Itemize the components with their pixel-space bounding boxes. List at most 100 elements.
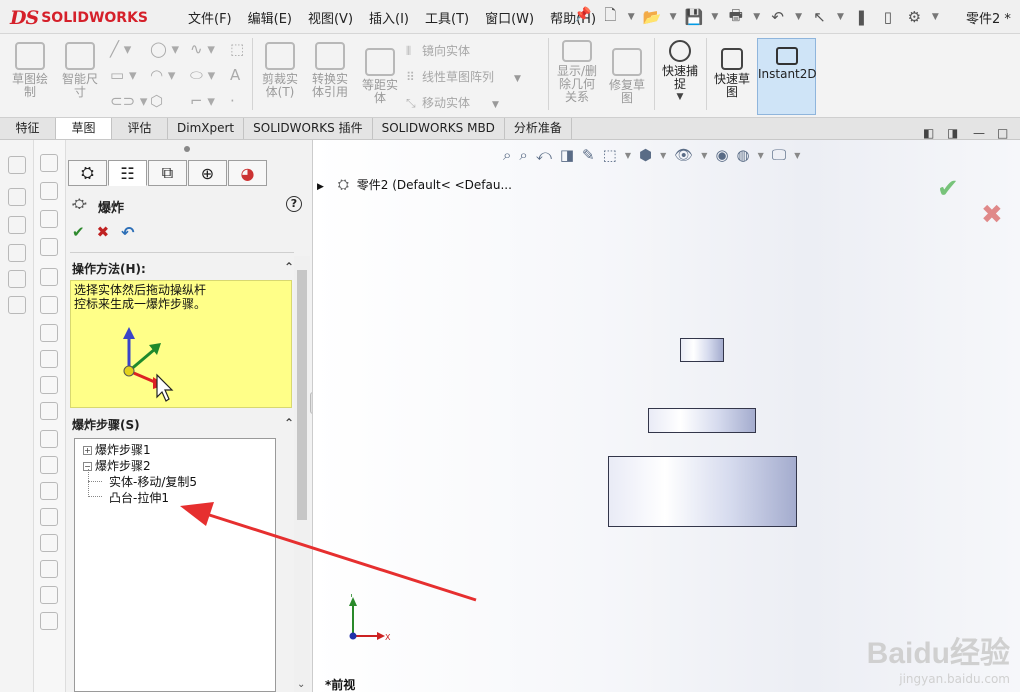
minimize-icon[interactable]: — [973, 126, 985, 140]
tile-icon[interactable]: ◨ [947, 126, 958, 140]
dropdown-icon[interactable]: ▼ [701, 151, 707, 160]
strip-tool-icon[interactable] [40, 182, 58, 200]
rectangle-icon[interactable]: ▭ ▾ [110, 66, 136, 84]
strip-tool-icon[interactable] [40, 560, 58, 578]
print-dropdown-icon[interactable]: ▼ [752, 12, 761, 22]
tree-item-step2[interactable]: − 爆炸步骤2 [83, 457, 151, 474]
select-icon[interactable]: ↖ [809, 8, 830, 26]
strip-tool-icon[interactable] [40, 268, 58, 286]
exploded-body-top[interactable] [680, 338, 724, 362]
strip-tool-icon[interactable] [40, 534, 58, 552]
scrollbar-thumb[interactable] [297, 270, 307, 520]
select-dropdown-icon[interactable]: ▼ [836, 12, 845, 22]
edit-appearance-icon[interactable]: ◉ [715, 146, 728, 164]
linear-pattern-button[interactable]: ⠿ 线性草图阵列 ▼ [406, 68, 521, 85]
dropdown-icon[interactable]: ▼ [625, 151, 631, 160]
display-style-icon[interactable]: ⬢ [639, 146, 652, 164]
menu-edit[interactable]: 编辑(E) [240, 8, 300, 27]
convert-entities-button[interactable]: 转换实 体引用 [304, 40, 356, 99]
strip-tool-icon[interactable] [40, 376, 58, 394]
tab-evaluate[interactable]: 评估 [112, 118, 168, 139]
save-dropdown-icon[interactable]: ▼ [710, 12, 719, 22]
help-icon[interactable]: ? [286, 196, 302, 212]
mirror-entities-button[interactable]: ⫴ 镜向实体 [406, 42, 470, 59]
tab-analysis-prep[interactable]: 分析准备 [505, 118, 572, 139]
trim-entities-button[interactable]: 剪裁实 体(T) [254, 40, 306, 99]
restore-icon[interactable]: ◧ [923, 126, 934, 140]
confirmation-cancel-icon[interactable]: ✖ [981, 200, 1003, 230]
chevron-up-icon[interactable]: ⌃ [284, 416, 294, 430]
options-dropdown-icon[interactable]: ▼ [931, 12, 940, 22]
strip-tool-icon[interactable] [40, 324, 58, 342]
open-dropdown-icon[interactable]: ▼ [668, 12, 677, 22]
circle-icon[interactable]: ◯ ▾ [150, 40, 179, 58]
display-manager-tab-icon[interactable]: ◕ [228, 160, 267, 186]
pin-icon[interactable]: 📌 [574, 7, 591, 23]
dropdown-icon[interactable]: ▼ [758, 151, 764, 160]
print-icon[interactable]: 🖶 [726, 5, 747, 30]
expand-plus-icon[interactable]: + [83, 446, 92, 455]
previous-view-icon[interactable]: ⤺ [536, 146, 552, 164]
tree-item-body-move-copy[interactable]: 实体-移动/复制5 [109, 473, 197, 490]
line-icon[interactable]: ╱ ▾ [110, 40, 131, 58]
flyout-feature-tree[interactable]: ▶ ⛭ 零件2 (Default< <Defau... [317, 176, 512, 193]
slot-icon[interactable]: ⊂⊃ ▾ [110, 92, 147, 110]
polygon-icon[interactable]: ⬡ [150, 92, 163, 110]
strip-tool-icon[interactable] [8, 244, 26, 262]
strip-tool-icon[interactable] [8, 188, 26, 206]
strip-tool-icon[interactable] [40, 456, 58, 474]
quick-snaps-button[interactable]: 快速捕 捉 ▼ [654, 38, 706, 104]
view-settings-icon[interactable]: 🖵 [772, 146, 786, 164]
options-gear-icon[interactable]: ⚙ [904, 8, 925, 26]
strip-tool-icon[interactable] [40, 350, 58, 368]
zoom-to-fit-icon[interactable]: ⌕ [503, 146, 511, 164]
menu-insert[interactable]: 插入(I) [361, 8, 417, 27]
confirmation-ok-icon[interactable]: ✔ [937, 174, 959, 204]
expand-arrow-icon[interactable]: ▶ [317, 182, 324, 192]
move-entities-button[interactable]: ⤡ 移动实体 ▼ [406, 94, 499, 111]
exploded-body-base[interactable] [608, 456, 797, 527]
ellipse-icon[interactable]: ⬭ ▾ [190, 66, 215, 84]
scroll-down-arrow-icon[interactable]: ⌄ [297, 679, 305, 690]
ok-check-icon[interactable]: ✔ [72, 223, 85, 241]
strip-tool-icon[interactable] [40, 508, 58, 526]
strip-tool-icon[interactable] [8, 296, 26, 314]
open-file-icon[interactable]: 📂 [642, 8, 663, 26]
fillet-icon[interactable]: ⌐ ▾ [190, 92, 215, 110]
menu-tools[interactable]: 工具(T) [417, 8, 477, 27]
exploded-body-middle[interactable] [648, 408, 756, 433]
view-orientation-icon[interactable]: ⬚ [603, 146, 617, 164]
rebuild-icon[interactable]: ❚ [851, 8, 872, 26]
hide-show-items-icon[interactable]: 👁 [674, 146, 693, 164]
panel-grip[interactable] [184, 146, 190, 152]
cancel-x-icon[interactable]: ✖ [97, 223, 110, 241]
arc-icon[interactable]: ◠ ▾ [150, 66, 175, 84]
display-delete-relations-button[interactable]: 显示/删 除几何 关系 [552, 38, 602, 104]
tab-addins[interactable]: SOLIDWORKS 插件 [244, 118, 373, 139]
method-section-header[interactable]: 操作方法(H): ⌃ [72, 260, 294, 278]
tab-mbd[interactable]: SOLIDWORKS MBD [373, 118, 505, 139]
undo-icon[interactable]: ↶ [767, 8, 788, 26]
instant2d-button[interactable]: Instant2D [757, 38, 817, 115]
new-dropdown-icon[interactable]: ▼ [627, 12, 636, 22]
sketch-button[interactable]: 草图绘 制 [4, 40, 56, 99]
property-manager-tab-icon[interactable]: ☷ [108, 160, 147, 186]
pm-scrollbar[interactable]: ⌄ [294, 256, 310, 692]
rapid-sketch-button[interactable]: 快速草 图 [706, 46, 758, 99]
dimxpert-manager-tab-icon[interactable]: ⊕ [188, 160, 227, 186]
tab-dimxpert[interactable]: DimXpert [168, 118, 245, 139]
section-view-icon[interactable]: ◨ [560, 146, 574, 164]
strip-tool-icon[interactable] [40, 430, 58, 448]
file-properties-icon[interactable]: ▯ [878, 8, 899, 26]
strip-tool-icon[interactable] [40, 238, 58, 256]
menu-file[interactable]: 文件(F) [180, 8, 240, 27]
plane-icon[interactable]: ⬚ [230, 40, 244, 58]
strip-tool-icon[interactable] [40, 402, 58, 420]
smart-dimension-button[interactable]: 智能尺 寸 [54, 40, 106, 99]
strip-tool-icon[interactable] [40, 296, 58, 314]
strip-tool-icon[interactable] [8, 270, 26, 288]
strip-tool-icon[interactable] [8, 216, 26, 234]
undo-arrow-icon[interactable]: ↶ [121, 223, 134, 242]
apply-scene-icon[interactable]: ◍ [737, 146, 750, 164]
repair-sketch-button[interactable]: 修复草 图 [602, 46, 652, 105]
